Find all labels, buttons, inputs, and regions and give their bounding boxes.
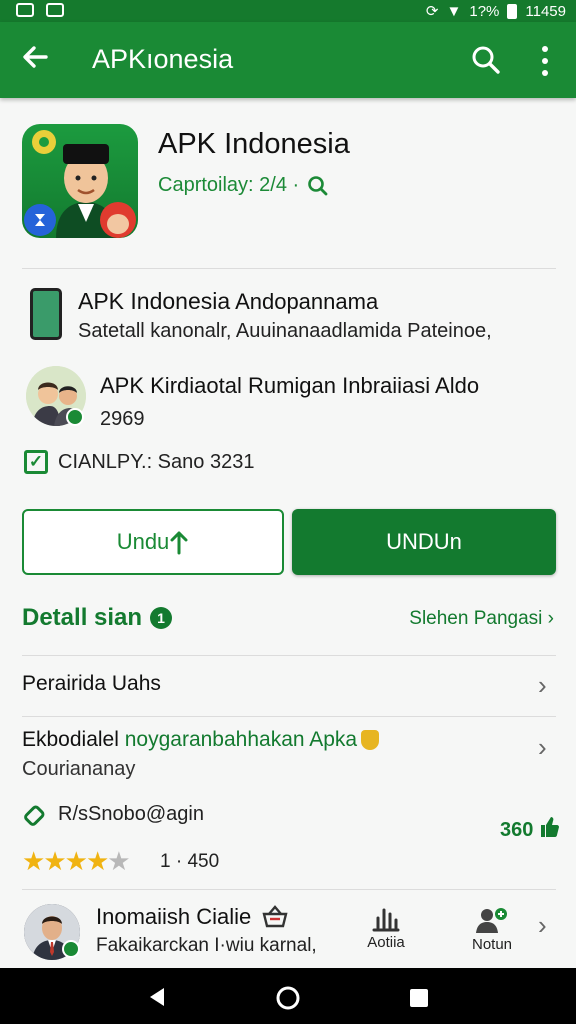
details-link[interactable]: Slehen Pangasi ›: [409, 608, 554, 630]
rating-stars: ★★★★★: [22, 846, 131, 877]
app-icon: [22, 124, 138, 238]
verified-badge-icon: [66, 408, 84, 426]
basket-icon: [262, 905, 288, 928]
app-meta: Caprtoilay: 2/4 ·: [158, 174, 329, 197]
developer-name[interactable]: APK Indonesia Andopannama: [78, 288, 378, 315]
download-primary-label: UNDUn: [386, 529, 462, 554]
battery-icon: [507, 3, 518, 19]
download-secondary-button[interactable]: Undu: [22, 509, 284, 575]
app-meta-text: Caprtoilay: 2/4 ·: [158, 174, 300, 196]
app-title: APK Indonesia: [158, 128, 350, 160]
action-label: Aotiia: [367, 934, 405, 951]
star-icon: ★: [22, 846, 45, 876]
chevron-right-icon[interactable]: ›: [538, 732, 547, 763]
divider: [22, 716, 556, 717]
home-nav-icon[interactable]: [275, 985, 301, 1011]
details-title-text: Detall sian: [22, 604, 143, 631]
bar-chart-icon: [372, 908, 400, 932]
upload-arrow-icon: [170, 531, 188, 555]
security-row-label-dark: Ekbodialel: [22, 728, 125, 751]
divider: [22, 268, 556, 269]
system-nav-bar: [0, 968, 576, 1024]
security-row-label[interactable]: Ekbodialel noygaranbahhakan Apka: [22, 728, 380, 752]
search-small-icon: [308, 175, 328, 195]
details-badge: 1: [150, 607, 173, 629]
more-vert-icon[interactable]: [534, 46, 556, 76]
photo-icon: [16, 3, 34, 17]
verified-badge-icon: [62, 940, 80, 958]
check-icon[interactable]: ✓: [24, 450, 48, 474]
thumbs-up-icon: [540, 817, 559, 837]
security-row-label-green: noygaranbahhakan Apka: [124, 728, 358, 751]
info-row-label[interactable]: Perairida Uahs: [22, 672, 161, 696]
developer-description: Satetall kanonalr, Auuinanaadlamida Pate…: [78, 320, 492, 342]
status-bar: ⟳ ▼ 1?% 11459: [0, 0, 576, 22]
recents-nav-icon[interactable]: [408, 987, 430, 1009]
tag-icon: [22, 802, 48, 828]
recommendation-count: 2969: [100, 408, 145, 430]
signal-text: 1?%: [469, 2, 500, 20]
divider: [22, 889, 556, 890]
stats-label: R/sSnobo@agin: [58, 803, 204, 825]
chevron-right-icon[interactable]: ›: [538, 910, 547, 941]
reviewer-name: Inomaiish Cialie: [96, 904, 289, 930]
stats-value: 360: [500, 816, 559, 842]
review-text: Fakaikarckan I·wiu karnal,: [96, 935, 317, 956]
wifi-icon: ▼: [446, 2, 462, 20]
stats-value-text: 360: [500, 819, 534, 841]
page-title: APKıonesia: [92, 44, 234, 74]
divider: [22, 655, 556, 656]
download-primary-button[interactable]: UNDUn: [292, 509, 556, 575]
clock: 11459: [525, 2, 566, 20]
developer-name-strong: APK Indonesia: [78, 288, 231, 314]
rating-count: 1 · 450: [160, 851, 220, 872]
user-add-icon: [476, 908, 507, 933]
chart-action-button[interactable]: Aotiia: [356, 906, 416, 951]
phone-icon: [30, 288, 62, 340]
shield-icon: [361, 730, 380, 751]
developer-name-suffix: Andopannama: [230, 289, 379, 314]
security-row-sub: Couriananay: [22, 758, 136, 780]
download-secondary-label: Undu: [116, 529, 170, 554]
chevron-right-icon[interactable]: ›: [538, 670, 547, 701]
search-icon[interactable]: [470, 44, 502, 76]
gallery-icon: [46, 3, 64, 17]
star-half-icon: ★: [107, 846, 130, 876]
app-bar: APKıonesia: [0, 22, 576, 98]
compatibility-text: CIANLPY.: Sano 3231: [58, 451, 255, 473]
action-label: Notun: [471, 936, 513, 953]
reviewer-name-text: Inomaiish Cialie: [96, 904, 252, 929]
star-icon: ★: [85, 846, 109, 876]
details-title: Detall sian 1: [22, 604, 173, 632]
user-action-button[interactable]: Notun: [462, 906, 522, 953]
sync-icon: ⟳: [425, 3, 439, 20]
star-icon: ★: [43, 846, 66, 876]
back-nav-icon[interactable]: [146, 986, 168, 1008]
star-icon: ★: [64, 846, 88, 876]
recommendation-title[interactable]: APK Kirdiaotal Rumigan Inbraiiasi Aldo: [100, 373, 479, 399]
arrow-left-icon[interactable]: [18, 42, 52, 76]
